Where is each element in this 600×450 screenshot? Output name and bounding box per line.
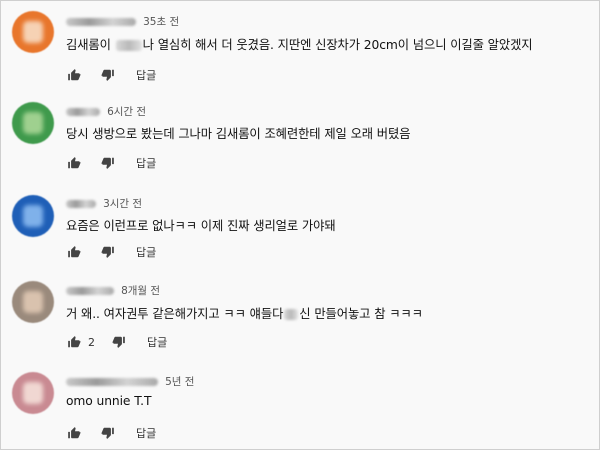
comment-timestamp[interactable]: 35초 전: [143, 16, 179, 28]
comment-item: 6시간 전 당시 생방으로 봤는데 그나마 김새롬이 조혜련한테 제일 오래 버…: [1, 101, 600, 181]
thumbs-down-icon[interactable]: [100, 244, 116, 260]
comment-header: 3시간 전: [66, 193, 142, 210]
avatar[interactable]: [12, 195, 54, 237]
reply-button[interactable]: 답글: [136, 244, 156, 260]
thumbs-down-icon[interactable]: [100, 425, 116, 441]
comment-actions: 답글: [66, 66, 156, 84]
comment-timestamp[interactable]: 6시간 전: [107, 106, 146, 118]
censored-text: [115, 40, 142, 51]
comment-text: 당시 생방으로 봤는데 그나마 김새롬이 조혜련한테 제일 오래 버텼음: [66, 127, 411, 141]
comment-item: 35초 전 김새롬이 나 열심히 해서 더 웃겼음. 지딴엔 신장차가 20cm…: [1, 11, 600, 91]
like-count: 2: [88, 335, 95, 349]
comment-actions: 2 답글: [66, 333, 167, 351]
comment-item: 3시간 전 요즘은 이런프로 없나ㅋㅋ 이제 진짜 생리얼로 가야돼 답글: [1, 193, 600, 273]
avatar[interactable]: [12, 372, 54, 414]
reply-button[interactable]: 답글: [147, 334, 167, 350]
author-name[interactable]: [66, 286, 114, 295]
comment-header: 35초 전: [66, 11, 179, 28]
comment-timestamp[interactable]: 8개월 전: [121, 285, 160, 297]
comment-text: 거 왜.. 여자권투 같은해가지고 ㅋㅋ 얘들다 신 만들어놓고 참 ㅋㅋㅋ: [66, 307, 423, 321]
comment-header: 6시간 전: [66, 101, 146, 118]
comment-list: 35초 전 김새롬이 나 열심히 해서 더 웃겼음. 지딴엔 신장차가 20cm…: [0, 0, 600, 450]
comment-header: 5년 전: [66, 371, 194, 388]
avatar[interactable]: [12, 11, 54, 53]
thumbs-down-icon[interactable]: [100, 155, 116, 171]
comment-text: 김새롬이 나 열심히 해서 더 웃겼음. 지딴엔 신장차가 20cm이 넘으니 …: [66, 38, 533, 52]
thumbs-up-icon[interactable]: [66, 67, 82, 83]
author-name[interactable]: [66, 199, 96, 208]
comment-timestamp[interactable]: 3시간 전: [103, 198, 142, 210]
thumbs-down-icon[interactable]: [100, 67, 116, 83]
thumbs-down-icon[interactable]: [111, 334, 127, 350]
thumbs-up-icon[interactable]: [66, 155, 82, 171]
author-name[interactable]: [66, 107, 100, 116]
reply-button[interactable]: 답글: [136, 67, 156, 83]
comment-item: 5년 전 omo unnie T.T 답글: [1, 371, 600, 449]
comment-actions: 답글: [66, 154, 156, 172]
comment-item: 8개월 전 거 왜.. 여자권투 같은해가지고 ㅋㅋ 얘들다 신 만들어놓고 참 …: [1, 280, 600, 360]
comment-actions: 답글: [66, 243, 156, 261]
avatar[interactable]: [12, 102, 54, 144]
comment-timestamp[interactable]: 5년 전: [165, 376, 194, 388]
avatar[interactable]: [12, 281, 54, 323]
reply-button[interactable]: 답글: [136, 425, 156, 441]
thumbs-up-icon[interactable]: [66, 425, 82, 441]
comment-actions: 답글: [66, 424, 156, 442]
thumbs-up-icon[interactable]: [66, 244, 82, 260]
author-name[interactable]: [66, 377, 158, 386]
author-name[interactable]: [66, 17, 136, 26]
comment-text: omo unnie T.T: [66, 394, 152, 408]
reply-button[interactable]: 답글: [136, 155, 156, 171]
thumbs-up-icon[interactable]: [66, 334, 82, 350]
censored-text: [284, 309, 299, 320]
comment-header: 8개월 전: [66, 280, 160, 297]
comment-text: 요즘은 이런프로 없나ㅋㅋ 이제 진짜 생리얼로 가야돼: [66, 219, 336, 233]
